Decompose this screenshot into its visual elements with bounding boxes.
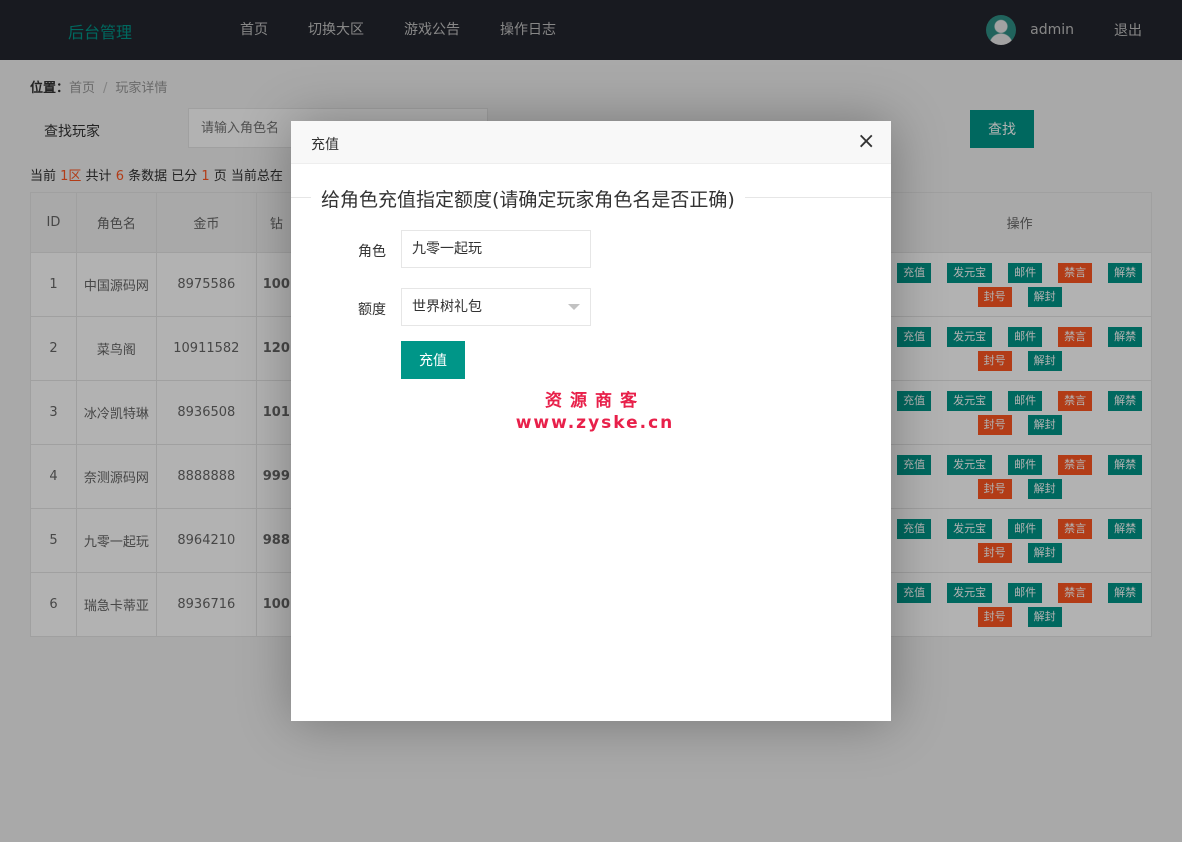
chevron-down-icon[interactable] [568, 304, 580, 310]
role-input[interactable]: 九零一起玩 [401, 230, 591, 268]
watermark: 资源商客 www.zyske.cn [505, 386, 685, 433]
watermark-title: 资源商客 [545, 391, 645, 411]
dialog-title: 充值 [311, 137, 339, 153]
amount-select[interactable]: 世界树礼包 [401, 288, 591, 326]
amount-label: 额度 [358, 302, 386, 318]
recharge-submit-button[interactable]: 充值 [401, 341, 465, 379]
dialog-header: 充值 × [291, 121, 891, 164]
watermark-url: www.zyske.cn [515, 413, 675, 433]
form-legend: 给角色充值指定额度(请确定玩家角色名是否正确) [311, 185, 745, 212]
amount-selected-value: 世界树礼包 [412, 299, 482, 315]
close-icon[interactable]: × [857, 131, 875, 153]
role-label: 角色 [358, 244, 386, 260]
